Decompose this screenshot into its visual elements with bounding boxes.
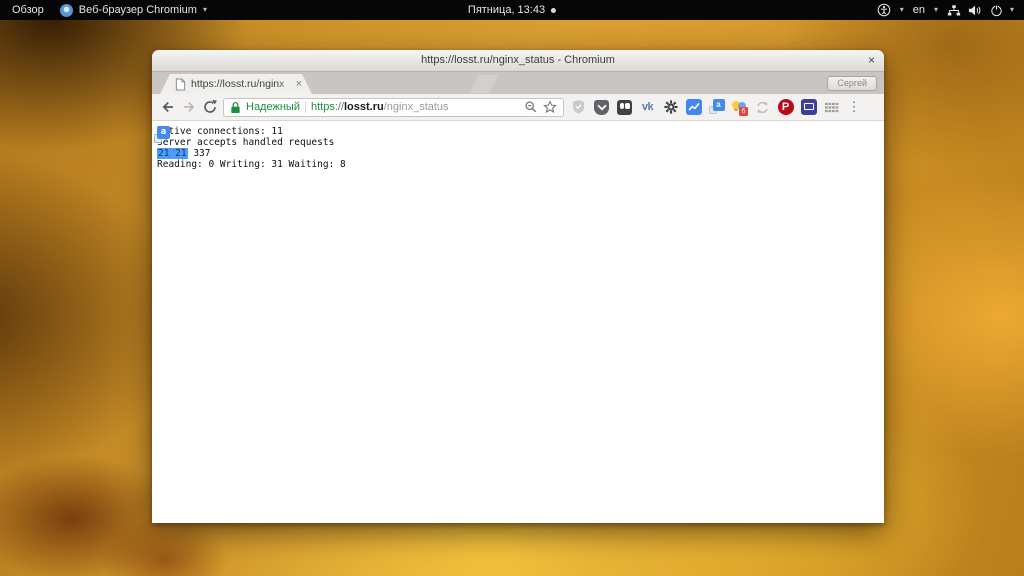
pinterest-icon[interactable]: P: [774, 95, 797, 119]
counter-rest: 337: [188, 148, 211, 159]
sync-icon[interactable]: [751, 95, 774, 119]
network-icon: [947, 4, 961, 17]
volume-icon: [968, 4, 983, 17]
page-favicon-icon: [175, 78, 186, 91]
vk-icon[interactable]: vk: [636, 95, 659, 119]
notification-dot-icon: [551, 8, 556, 13]
extension-badge: 6: [739, 107, 748, 116]
ideas-icon[interactable]: 6: [728, 95, 751, 119]
keyboard-layout-menu[interactable]: en: [913, 4, 925, 16]
activities-button[interactable]: Обзор: [12, 4, 44, 16]
profile-button[interactable]: Сергей: [827, 76, 877, 91]
translate-page-action-icon[interactable]: a: [154, 126, 170, 143]
clock-label: Пятница, 13:43: [468, 4, 545, 16]
url-text: https://losst.ru/nginx_status: [311, 101, 449, 113]
chart-icon[interactable]: [682, 95, 705, 119]
reload-icon: [202, 99, 218, 115]
system-menu[interactable]: ▾: [947, 4, 1014, 17]
back-arrow-icon: [160, 99, 176, 115]
nginx-line-rw: Reading: 0 Writing: 31 Waiting: 8: [157, 159, 884, 170]
nginx-line-counters: 21 21 337: [157, 148, 884, 159]
tab-close-icon[interactable]: ×: [296, 78, 302, 90]
translate-icon[interactable]: a: [705, 95, 728, 119]
secure-lock-icon: [230, 101, 241, 114]
bookmark-star-icon[interactable]: [543, 100, 557, 114]
extensions-area: vk a: [567, 95, 843, 119]
nginx-line-server: Server accepts handled requests: [157, 137, 884, 148]
back-button[interactable]: [157, 97, 178, 118]
browser-toolbar: Надежный https://losst.ru/nginx_status: [152, 94, 884, 121]
tab-nginx-status[interactable]: https://losst.ru/nginx ×: [160, 74, 312, 94]
gnome-top-bar: Обзор Веб-браузер Chromium ▾ Пятница, 13…: [0, 0, 1024, 20]
window-titlebar[interactable]: https://losst.ru/nginx_status - Chromium…: [152, 50, 884, 72]
security-label: Надежный: [246, 101, 300, 113]
chevron-down-icon: ▾: [203, 6, 207, 14]
chevron-down-icon: ▾: [900, 6, 904, 14]
tab-strip: https://losst.ru/nginx × Сергей: [152, 72, 884, 94]
page-content: a Active connections: 11 Server accepts …: [152, 121, 884, 522]
shield-check-icon[interactable]: [567, 95, 590, 119]
pocket-icon[interactable]: [590, 95, 613, 119]
forward-button[interactable]: [178, 97, 199, 118]
power-icon: [990, 4, 1003, 17]
chromium-logo-icon: [60, 4, 73, 17]
app-menu-label: Веб-браузер Chromium: [79, 4, 197, 16]
new-tab-button[interactable]: [470, 75, 498, 93]
chevron-down-icon: ▾: [934, 6, 938, 14]
tab-title: https://losst.ru/nginx: [191, 77, 294, 91]
browser-menu-button[interactable]: ⋮: [844, 99, 864, 115]
zoom-out-icon[interactable]: [524, 100, 538, 114]
grid-icon[interactable]: [820, 95, 843, 119]
reload-button[interactable]: [199, 97, 220, 118]
url-host: losst.ru: [344, 101, 384, 113]
window-title: https://losst.ru/nginx_status - Chromium: [421, 54, 615, 66]
nginx-line-active: Active connections: 11: [157, 126, 884, 137]
gear-icon[interactable]: [659, 95, 682, 119]
window-close-button[interactable]: ×: [868, 50, 875, 71]
chevron-down-icon: ▾: [1010, 6, 1014, 14]
address-bar[interactable]: Надежный https://losst.ru/nginx_status: [223, 98, 564, 117]
url-path: /nginx_status: [384, 101, 449, 113]
screenshot-icon[interactable]: [797, 95, 820, 119]
url-scheme: https: [311, 101, 335, 113]
app-menu-button[interactable]: Веб-браузер Chromium ▾: [60, 4, 207, 17]
selected-text[interactable]: 21 21: [157, 148, 188, 159]
url-separator: ://: [335, 101, 344, 113]
browser-window: https://losst.ru/nginx_status - Chromium…: [152, 50, 884, 523]
forward-arrow-icon: [181, 99, 197, 115]
mask-icon[interactable]: [613, 95, 636, 119]
accessibility-icon: [877, 3, 891, 17]
omnibox-divider: [305, 101, 306, 113]
clock-button[interactable]: Пятница, 13:43: [468, 4, 556, 16]
accessibility-menu[interactable]: [877, 3, 891, 17]
